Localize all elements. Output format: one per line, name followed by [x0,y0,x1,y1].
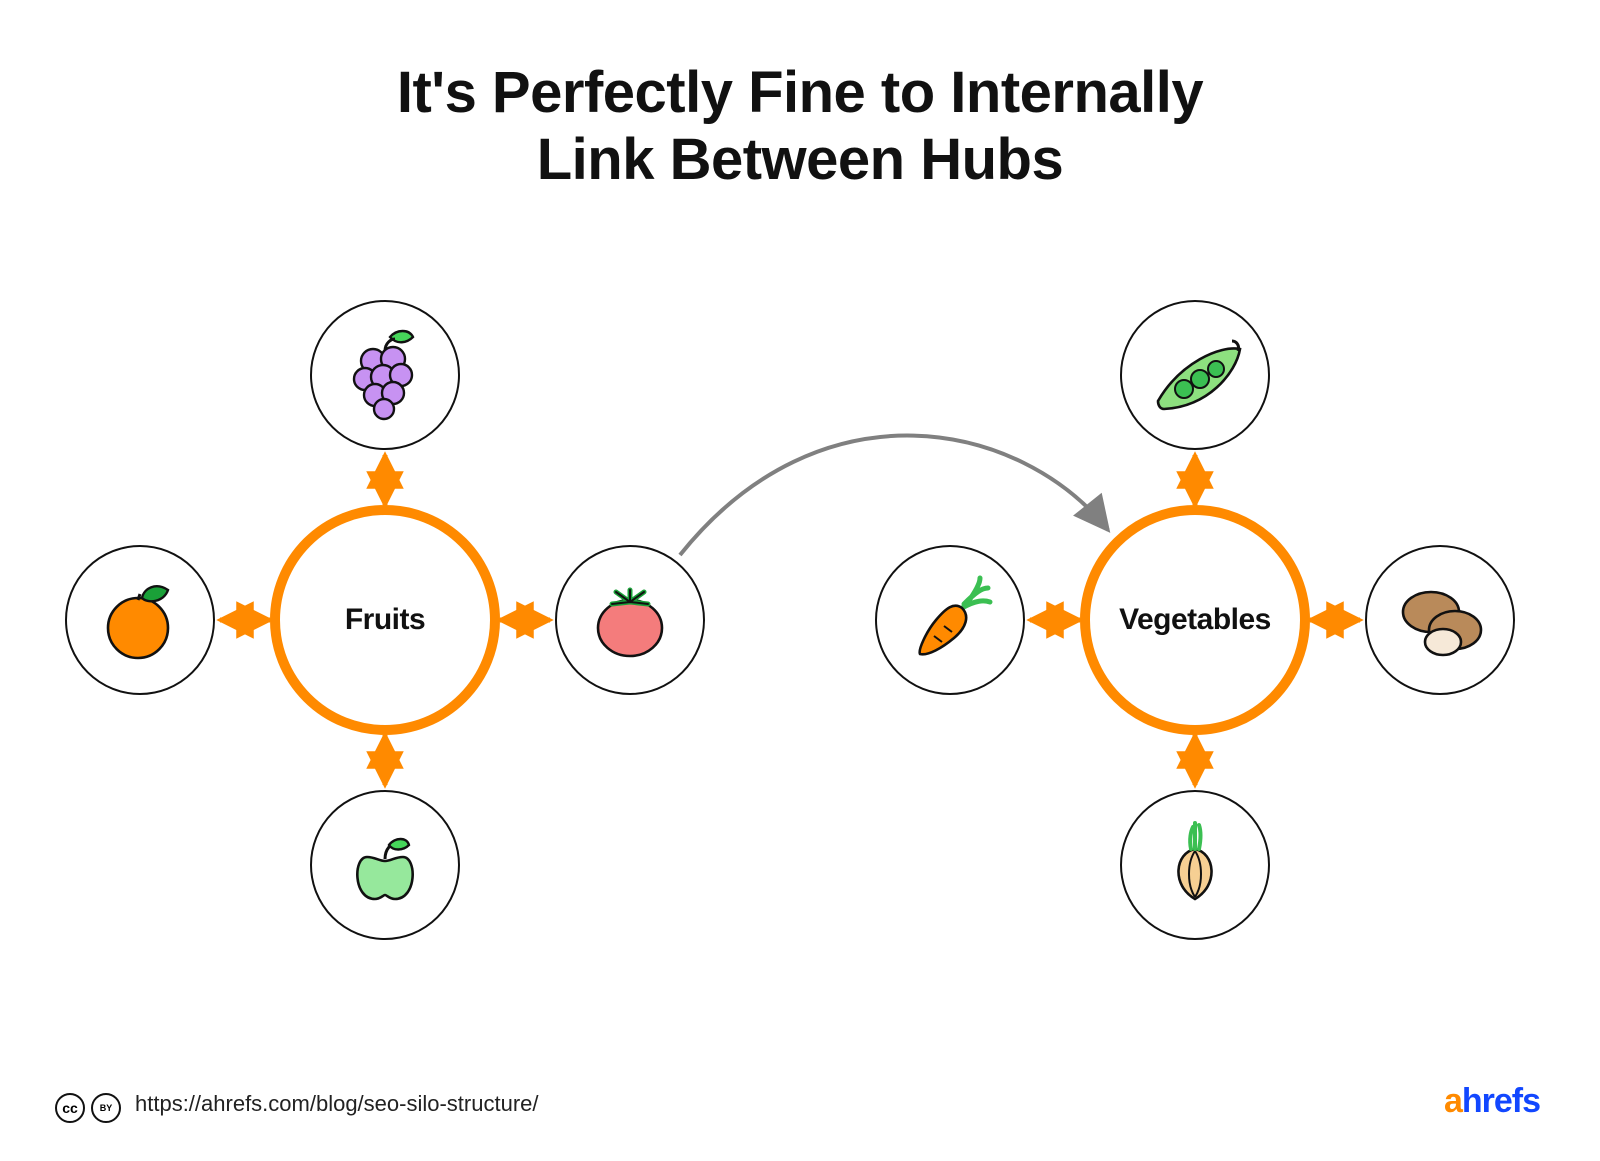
cc-icon: cc [55,1093,85,1123]
diagram-stage: It's Perfectly Fine to Internally Link B… [0,0,1600,1161]
title-line-2: Link Between Hubs [537,127,1063,192]
cc-by-icon: BY [91,1093,121,1123]
hub-vegetables: Vegetables [1080,505,1310,735]
ahrefs-logo: ahrefs [1444,1082,1540,1121]
node-carrot [875,545,1025,695]
hub-fruits-label: Fruits [345,603,425,637]
node-apple [310,790,460,940]
hub-fruits: Fruits [270,505,500,735]
orange-icon [90,568,190,673]
source-url: https://ahrefs.com/blog/seo-silo-structu… [135,1091,539,1117]
cross-hub-arrow [680,436,1108,555]
onion-icon [1145,813,1245,918]
node-orange [65,545,215,695]
tomato-icon [580,568,680,673]
title-line-1: It's Perfectly Fine to Internally [397,60,1203,125]
node-grapes [310,300,460,450]
potatoes-icon [1385,568,1495,673]
grapes-icon [335,323,435,428]
node-onion [1120,790,1270,940]
peapod-icon [1140,323,1250,428]
node-tomato [555,545,705,695]
license-badges: cc BY [55,1093,121,1123]
apple-icon [335,813,435,918]
diagram-title: It's Perfectly Fine to Internally Link B… [200,60,1400,193]
node-peapod [1120,300,1270,450]
carrot-icon [900,568,1000,673]
node-potatoes [1365,545,1515,695]
hub-vegetables-label: Vegetables [1119,603,1271,637]
